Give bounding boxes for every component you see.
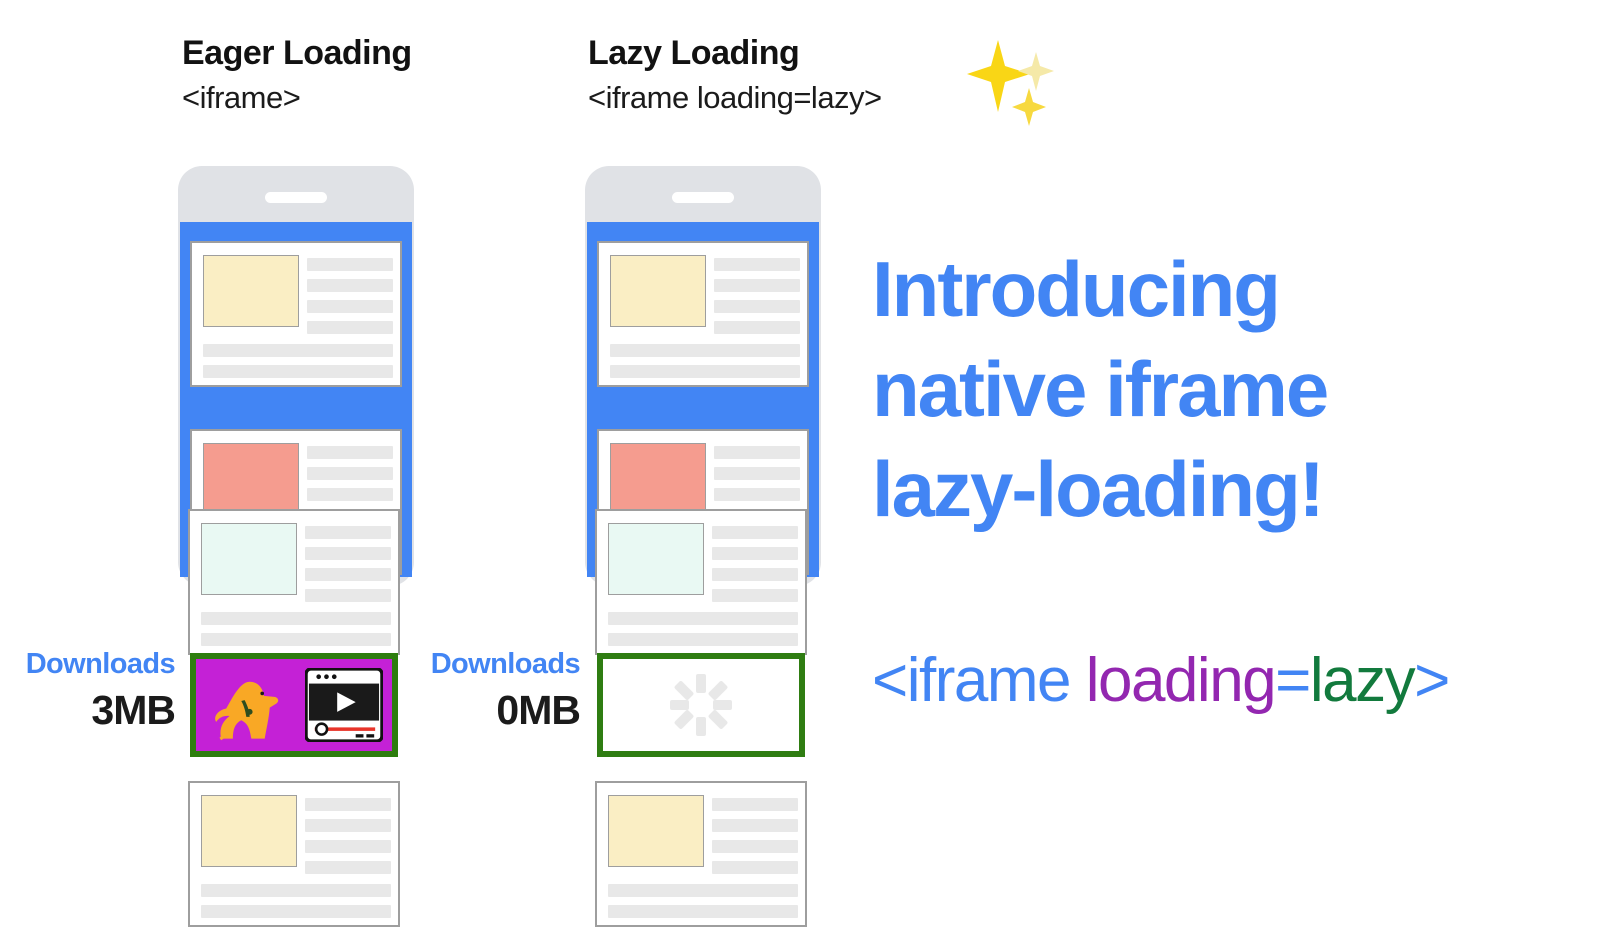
- text-line: [712, 840, 798, 853]
- article-card: [190, 241, 402, 387]
- text-line: [608, 905, 798, 918]
- text-line: [714, 300, 800, 313]
- card-thumbnail: [203, 255, 299, 327]
- text-line: [608, 612, 798, 625]
- downloads-value: 0MB: [496, 687, 581, 733]
- text-line: [307, 467, 393, 480]
- text-line: [307, 446, 393, 459]
- column-code-lazy: <iframe loading=lazy>: [588, 79, 882, 115]
- text-line: [608, 633, 798, 646]
- text-line: [305, 840, 391, 853]
- text-line: [712, 547, 798, 560]
- headline-line-3: lazy-loading!: [872, 444, 1325, 533]
- iframe-lazy-placeholder: [597, 653, 805, 757]
- text-line: [714, 321, 800, 334]
- iframe-eager-loaded: [190, 653, 398, 757]
- headline: Introducing native iframe lazy-loading!: [872, 240, 1492, 539]
- column-code-eager: <iframe>: [182, 79, 301, 115]
- code-snippet: <iframe loading=lazy>: [872, 645, 1450, 716]
- card-thumbnail: [201, 795, 297, 867]
- downloads-stat-lazy: Downloads 0MB: [405, 648, 581, 733]
- downloads-label: Downloads: [25, 648, 176, 680]
- text-line: [712, 798, 798, 811]
- article-card: [595, 781, 807, 927]
- article-card: [595, 509, 807, 655]
- card-thumbnail: [610, 443, 706, 515]
- card-thumbnail: [610, 255, 706, 327]
- text-line: [610, 344, 800, 357]
- text-line: [201, 612, 391, 625]
- card-thumbnail: [201, 523, 297, 595]
- text-line: [307, 279, 393, 292]
- text-line: [203, 344, 393, 357]
- text-line: [305, 861, 391, 874]
- text-line: [714, 446, 800, 459]
- dog-icon: [210, 675, 296, 747]
- loading-spinner-icon: [670, 674, 732, 736]
- text-line: [307, 258, 393, 271]
- infographic-canvas: Eager Loading <iframe> Lazy Loading <ifr…: [0, 0, 1600, 927]
- text-line: [201, 884, 391, 897]
- code-tag-open: <iframe: [872, 646, 1071, 715]
- text-line: [201, 905, 391, 918]
- text-line: [203, 365, 393, 378]
- code-attribute: loading: [1069, 646, 1277, 715]
- phone-speaker-notch: [672, 192, 734, 203]
- card-thumbnail: [608, 523, 704, 595]
- text-line: [307, 488, 393, 501]
- text-line: [305, 547, 391, 560]
- text-line: [712, 819, 798, 832]
- column-title-lazy: Lazy Loading: [588, 34, 800, 72]
- code-tag-close: >: [1414, 646, 1450, 715]
- phone-speaker-notch: [265, 192, 327, 203]
- article-card: [188, 509, 400, 655]
- text-line: [305, 526, 391, 539]
- text-line: [307, 321, 393, 334]
- text-line: [610, 365, 800, 378]
- text-line: [712, 526, 798, 539]
- downloads-value: 3MB: [91, 687, 176, 733]
- text-line: [307, 300, 393, 313]
- text-line: [608, 884, 798, 897]
- text-line: [201, 633, 391, 646]
- sparkles-icon: [960, 26, 1060, 126]
- text-line: [714, 279, 800, 292]
- text-line: [714, 467, 800, 480]
- card-thumbnail: [608, 795, 704, 867]
- video-player-icon: [304, 667, 384, 743]
- downloads-label: Downloads: [430, 648, 581, 680]
- headline-line-1: Introducing: [872, 245, 1281, 333]
- text-line: [712, 568, 798, 581]
- column-header-eager: Eager Loading <iframe>: [182, 34, 412, 115]
- column-header-lazy: Lazy Loading <iframe loading=lazy>: [588, 34, 882, 115]
- text-line: [712, 861, 798, 874]
- text-line: [305, 568, 391, 581]
- downloads-stat-eager: Downloads 3MB: [0, 648, 176, 733]
- text-line: [305, 819, 391, 832]
- headline-line-2: native iframe: [872, 344, 1329, 433]
- article-card: [188, 781, 400, 927]
- text-line: [305, 798, 391, 811]
- column-title-eager: Eager Loading: [182, 34, 412, 72]
- code-value: lazy: [1309, 646, 1416, 715]
- text-line: [305, 589, 391, 602]
- card-thumbnail: [203, 443, 299, 515]
- code-equals: =: [1275, 646, 1311, 715]
- text-line: [714, 488, 800, 501]
- text-line: [712, 589, 798, 602]
- article-card: [597, 241, 809, 387]
- text-line: [714, 258, 800, 271]
